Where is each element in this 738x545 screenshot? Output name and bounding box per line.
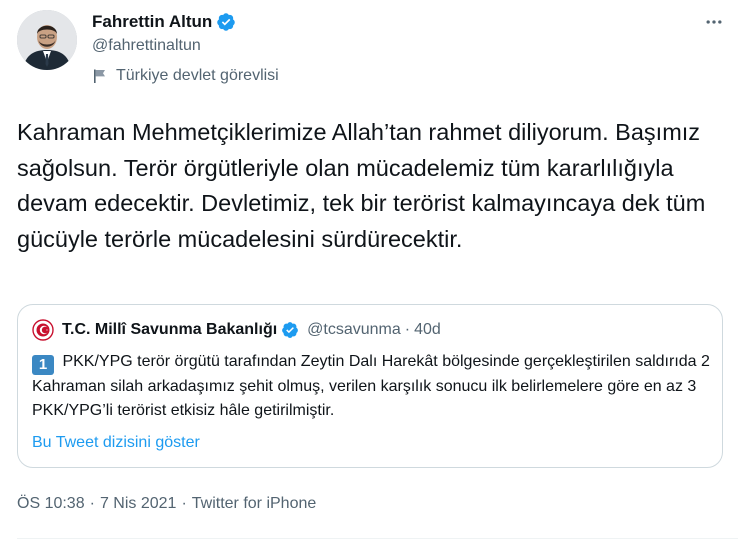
tweet-date[interactable]: 7 Nis 2021 bbox=[100, 495, 177, 513]
author-handle[interactable]: @fahrettinaltun bbox=[92, 37, 201, 55]
keycap-number-icon: 1 bbox=[32, 355, 54, 375]
quoted-author-name[interactable]: T.C. Millî Savunma Bakanlığı bbox=[62, 321, 277, 339]
verified-badge-icon bbox=[281, 321, 299, 339]
tweet-text: Kahraman Mehmetçiklerimize Allah’tan rah… bbox=[17, 119, 712, 252]
divider bbox=[17, 538, 738, 539]
quoted-tweet-text: 1 PKK/YPG terör örgütü tarafından Zeytin… bbox=[32, 350, 712, 423]
tweet: Fahrettin Altun @fahrettinaltun Türkiye … bbox=[0, 0, 738, 545]
author-name[interactable]: Fahrettin Altun bbox=[92, 12, 236, 32]
account-label-text: Türkiye devlet görevlisi bbox=[116, 67, 279, 84]
author-name-text: Fahrettin Altun bbox=[92, 12, 213, 31]
separator: · bbox=[89, 495, 95, 512]
tweet-source[interactable]: Twitter for iPhone bbox=[192, 495, 317, 513]
quoted-tweet-header: T.C. Millî Savunma Bakanlığı @tcsavunma … bbox=[62, 321, 441, 339]
flag-icon bbox=[92, 68, 108, 84]
quoted-tweet[interactable]: T.C. Millî Savunma Bakanlığı @tcsavunma … bbox=[17, 304, 723, 468]
separator: · bbox=[404, 321, 411, 338]
separator: · bbox=[181, 495, 187, 512]
tweet-metadata: ÖS 10:38 · 7 Nis 2021 · Twitter for iPho… bbox=[17, 495, 316, 513]
tweet-time[interactable]: ÖS 10:38 bbox=[17, 495, 85, 513]
show-thread-link[interactable]: Bu Tweet dizisini göster bbox=[32, 434, 200, 452]
author-avatar[interactable] bbox=[17, 10, 77, 70]
quoted-tweet-body: PKK/YPG terör örgütü tarafından Zeytin D… bbox=[32, 353, 710, 419]
verified-badge-icon bbox=[216, 12, 236, 32]
quoted-author-avatar[interactable] bbox=[32, 319, 54, 341]
quoted-tweet-time[interactable]: 40d bbox=[414, 321, 441, 339]
account-label: Türkiye devlet görevlisi bbox=[92, 67, 279, 85]
more-horizontal-icon[interactable] bbox=[700, 10, 728, 34]
quoted-author-handle[interactable]: @tcsavunma bbox=[307, 321, 401, 339]
